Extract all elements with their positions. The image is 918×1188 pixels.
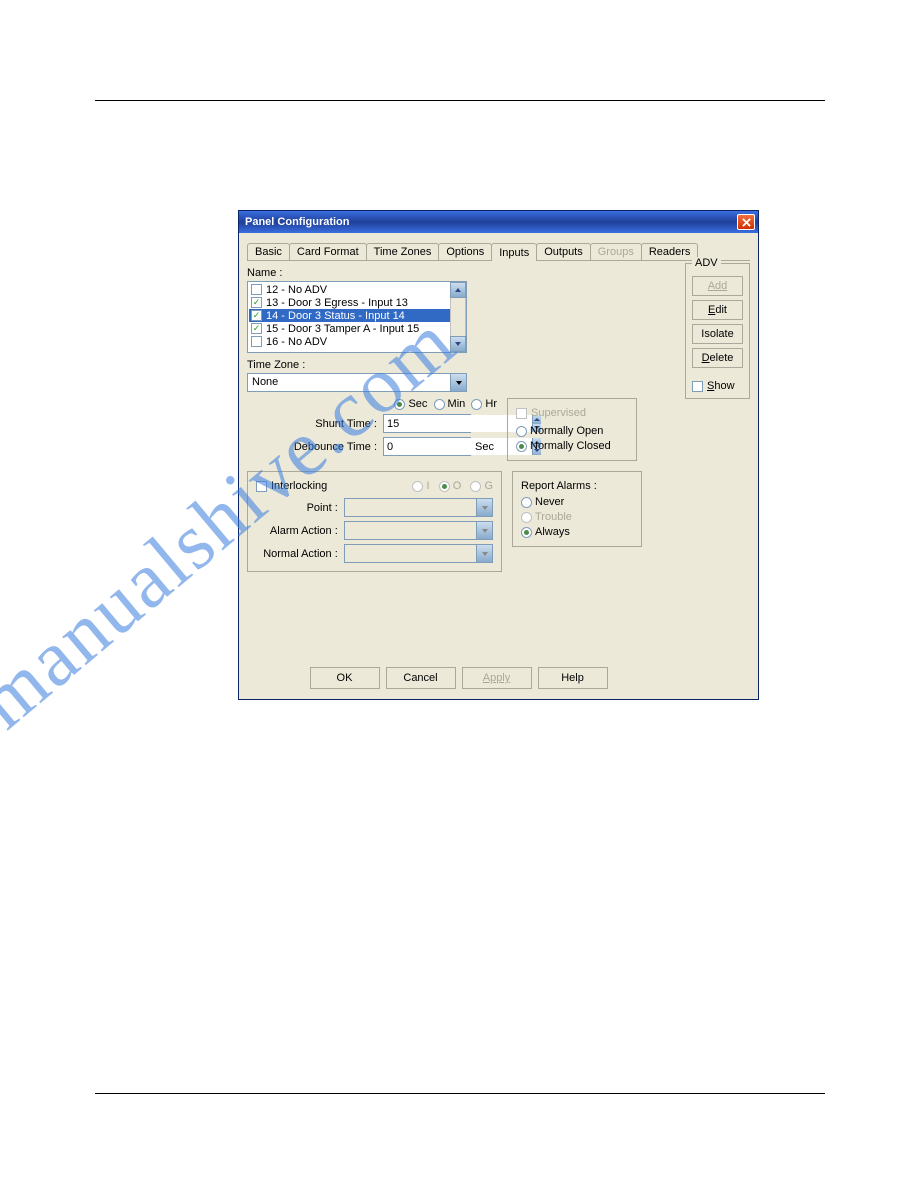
normal-action-combo xyxy=(344,544,493,563)
combo-arrow[interactable] xyxy=(450,374,466,391)
checkbox-icon xyxy=(251,284,262,295)
list-item[interactable]: 12 - No ADV xyxy=(249,283,465,296)
close-icon xyxy=(742,218,751,227)
normally-closed-radio[interactable]: Normally Closed xyxy=(516,440,628,452)
chevron-down-icon xyxy=(454,340,462,348)
tab-groups: Groups xyxy=(590,243,642,260)
panel-configuration-dialog: Panel Configuration Basic Card Format Ti… xyxy=(238,210,759,700)
main-content: Name : 12 - No ADV 13 - Door 3 Egress - … xyxy=(247,267,662,572)
dialog-body: Basic Card Format Time Zones Options Inp… xyxy=(239,233,758,699)
list-item[interactable]: 16 - No ADV xyxy=(249,335,465,348)
alarm-action-label: Alarm Action : xyxy=(256,525,338,537)
point-combo xyxy=(344,498,493,517)
titlebar[interactable]: Panel Configuration xyxy=(239,211,758,233)
show-checkbox[interactable]: Show xyxy=(692,380,743,392)
checkbox-icon xyxy=(251,323,262,334)
radio-g xyxy=(470,481,481,492)
shunt-time-label: Shunt Time : xyxy=(247,418,377,430)
dialog-title: Panel Configuration xyxy=(245,216,350,228)
scrollbar[interactable] xyxy=(450,282,466,352)
chevron-down-icon xyxy=(481,527,489,535)
tab-bar: Basic Card Format Time Zones Options Inp… xyxy=(247,241,750,261)
debounce-time-label: Debounce Time : xyxy=(247,441,377,453)
radio-min[interactable] xyxy=(434,399,445,410)
debounce-time-input[interactable] xyxy=(383,437,471,456)
report-alarms-group: Report Alarms : Never Trouble Always xyxy=(512,471,642,547)
list-item[interactable]: 15 - Door 3 Tamper A - Input 15 xyxy=(249,322,465,335)
scroll-down-button[interactable] xyxy=(450,336,466,352)
ok-button[interactable]: OK xyxy=(310,667,380,689)
checkbox-icon xyxy=(251,297,262,308)
point-label: Point : xyxy=(256,502,338,514)
alarm-action-combo xyxy=(344,521,493,540)
adv-legend: ADV xyxy=(692,257,721,269)
checkbox-icon xyxy=(251,310,262,321)
radio-i xyxy=(412,481,423,492)
tab-inputs[interactable]: Inputs xyxy=(491,243,537,261)
report-alarms-label: Report Alarms : xyxy=(521,480,633,492)
radio-icon xyxy=(521,497,532,508)
trouble-radio: Trouble xyxy=(521,511,633,523)
never-radio[interactable]: Never xyxy=(521,496,633,508)
checkbox-icon xyxy=(516,408,527,419)
add-button: Add xyxy=(692,276,743,296)
timezone-label: Time Zone : xyxy=(247,359,662,371)
edit-button[interactable]: Edit xyxy=(692,300,743,320)
interlocking-checkbox[interactable] xyxy=(256,481,267,492)
radio-icon xyxy=(521,512,532,523)
page-rule-bottom xyxy=(95,1093,825,1094)
radio-icon xyxy=(521,527,532,538)
apply-button: Apply xyxy=(462,667,532,689)
timezone-combo[interactable]: None xyxy=(247,373,467,392)
scroll-up-button[interactable] xyxy=(450,282,466,298)
chevron-up-icon xyxy=(454,286,462,294)
page-rule-top xyxy=(95,100,825,101)
timezone-value: None xyxy=(248,374,450,391)
chevron-down-icon xyxy=(481,550,489,558)
normally-open-radio[interactable]: Normally Open xyxy=(516,425,628,437)
tab-options[interactable]: Options xyxy=(438,243,492,260)
close-button[interactable] xyxy=(737,214,755,230)
tab-readers[interactable]: Readers xyxy=(641,243,699,260)
always-radio[interactable]: Always xyxy=(521,526,633,538)
sec-suffix: Sec xyxy=(475,441,494,453)
interlocking-group: Interlocking I O G Point : Alarm Action … xyxy=(247,471,502,572)
show-check-icon xyxy=(692,381,703,392)
shunt-time-input[interactable] xyxy=(383,414,471,433)
normal-action-label: Normal Action : xyxy=(256,548,338,560)
tab-card-format[interactable]: Card Format xyxy=(289,243,367,260)
supervised-checkbox: Supervised xyxy=(516,407,628,419)
chevron-down-icon xyxy=(481,504,489,512)
radio-hr[interactable] xyxy=(471,399,482,410)
tab-time-zones[interactable]: Time Zones xyxy=(366,243,440,260)
name-listbox[interactable]: 12 - No ADV 13 - Door 3 Egress - Input 1… xyxy=(247,281,467,353)
checkbox-icon xyxy=(251,336,262,347)
adv-panel: ADV Add Edit Isolate Delete Show xyxy=(685,263,750,399)
chevron-down-icon xyxy=(455,379,463,387)
cancel-button[interactable]: Cancel xyxy=(386,667,456,689)
delete-button[interactable]: Delete xyxy=(692,348,743,368)
radio-o xyxy=(439,481,450,492)
radio-icon xyxy=(516,426,527,437)
radio-icon xyxy=(516,441,527,452)
help-button[interactable]: Help xyxy=(538,667,608,689)
isolate-button[interactable]: Isolate xyxy=(692,324,743,344)
button-bar: OK Cancel Apply Help xyxy=(239,667,678,689)
list-item[interactable]: 14 - Door 3 Status - Input 14 xyxy=(249,309,465,322)
radio-sec[interactable] xyxy=(394,399,405,410)
scroll-track[interactable] xyxy=(450,298,466,336)
name-label: Name : xyxy=(247,267,662,279)
tab-outputs[interactable]: Outputs xyxy=(536,243,591,260)
list-item[interactable]: 13 - Door 3 Egress - Input 13 xyxy=(249,296,465,309)
supervised-group: Supervised Normally Open Normally Closed xyxy=(507,398,637,461)
tab-basic[interactable]: Basic xyxy=(247,243,290,260)
